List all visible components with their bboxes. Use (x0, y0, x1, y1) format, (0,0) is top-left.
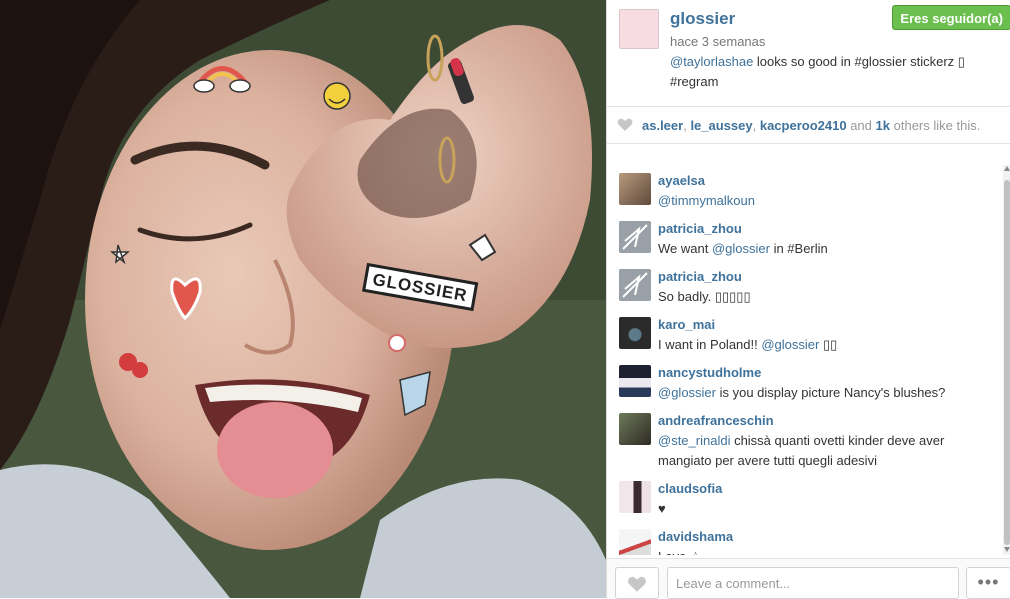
comment-text: We want @glossier in #Berlin (658, 241, 828, 256)
liker-link[interactable]: kacperoo2410 (760, 118, 847, 133)
scroll-down-arrow-icon[interactable] (1004, 547, 1010, 552)
comment-mention[interactable]: @glossier (658, 385, 716, 400)
post-photo[interactable]: GLOSSIER (0, 0, 606, 598)
scrollbar-thumb[interactable] (1004, 180, 1010, 545)
comment-username[interactable]: claudsofia (658, 481, 722, 496)
post-header: glossier Eres seguidor(a) hace 3 semanas… (607, 0, 1010, 105)
likes-row: as.leer, le_aussey, kacperoo2410 and 1k … (607, 106, 1010, 144)
post-time[interactable]: hace 3 semanas (670, 34, 765, 49)
more-options-button[interactable]: ••• (966, 567, 1010, 599)
post-username[interactable]: glossier (670, 9, 735, 29)
scroll-up-arrow-icon[interactable] (1004, 166, 1010, 171)
comment-text: ♥ (658, 501, 666, 516)
following-button[interactable]: Eres seguidor(a) (892, 5, 1010, 30)
comment-text: @glossier is you display picture Nancy's… (658, 385, 946, 400)
comment-mention[interactable]: @glossier (761, 337, 819, 352)
comment-mention[interactable]: @ste_rinaldi (658, 433, 730, 448)
comment-username[interactable]: patricia_zhou (658, 269, 742, 284)
comment-username[interactable]: andreafranceschin (658, 413, 774, 428)
avatar[interactable] (619, 481, 651, 513)
likes-rest: others like this. (893, 118, 981, 133)
comment-list: ayaelsa @timmymalkoun patricia_zhou We w… (607, 165, 1005, 555)
avatar[interactable] (619, 9, 659, 49)
comment-username[interactable]: davidshama (658, 529, 733, 544)
comment-text: Love ☆ (658, 547, 988, 555)
comment-text: So badly. ▯▯▯▯▯ (658, 289, 751, 304)
likes-text: as.leer, le_aussey, kacperoo2410 and 1k … (642, 118, 981, 133)
comment-text: @ste_rinaldi chissà quanti ovetti kinder… (658, 433, 945, 468)
post-caption: @taylorlashae looks so good in #glossier… (670, 52, 995, 92)
photo-illustration: GLOSSIER (0, 0, 606, 598)
like-button[interactable] (615, 567, 659, 599)
avatar[interactable] (619, 365, 651, 397)
heart-icon (628, 576, 646, 592)
comment-mention[interactable]: @glossier (712, 241, 770, 256)
post-details-panel: glossier Eres seguidor(a) hace 3 semanas… (606, 0, 1010, 599)
likes-count[interactable]: 1k (876, 118, 890, 133)
comment-footer: ••• (607, 558, 1010, 599)
avatar[interactable] (619, 529, 651, 555)
avatar[interactable] (619, 221, 651, 253)
likes-and: and (850, 118, 872, 133)
comment-input[interactable] (667, 567, 959, 599)
comment-text: @timmymalkoun (658, 191, 988, 211)
liker-link[interactable]: as.leer (642, 118, 683, 133)
caption-mention[interactable]: @taylorlashae (670, 54, 753, 69)
avatar[interactable] (619, 317, 651, 349)
comment-text: I want in Poland!! @glossier ▯▯ (658, 337, 838, 352)
liker-link[interactable]: le_aussey (690, 118, 752, 133)
avatar[interactable] (619, 413, 651, 445)
comment-username[interactable]: karo_mai (658, 317, 715, 332)
avatar[interactable] (619, 269, 651, 301)
comment-mention[interactable]: @timmymalkoun (658, 193, 755, 208)
caption-text: looks so good in #glossier stickerz ▯ (753, 54, 965, 69)
caption-hashtag[interactable]: #regram (670, 74, 718, 89)
comment-username[interactable]: ayaelsa (658, 173, 705, 188)
comment-username[interactable]: patricia_zhou (658, 221, 742, 236)
avatar[interactable] (619, 173, 651, 205)
heart-icon (617, 118, 633, 131)
comment-username[interactable]: nancystudholme (658, 365, 761, 380)
